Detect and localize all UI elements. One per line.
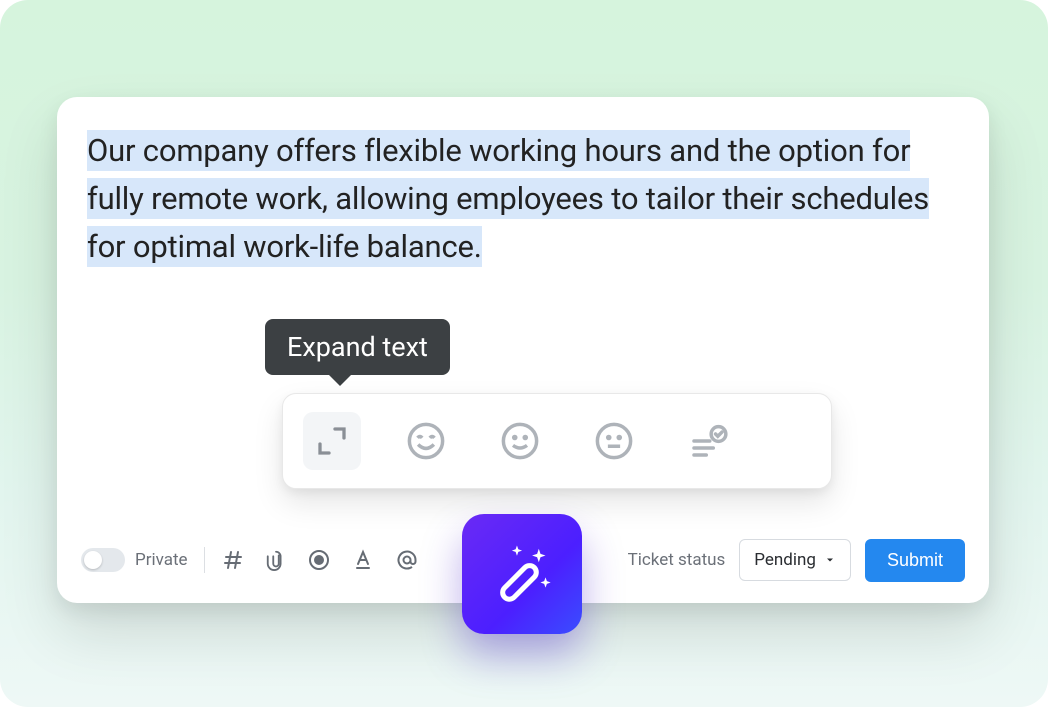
text-format-icon[interactable] [351,548,375,572]
mention-icon[interactable] [395,548,419,572]
tooltip-expand-text: Expand text [265,319,450,375]
selected-text[interactable]: Our company offers flexible working hour… [87,130,929,267]
submit-button[interactable]: Submit [865,539,965,582]
tone-formal-button[interactable] [679,412,737,470]
tooltip-label: Expand text [287,331,428,363]
separator [204,547,205,573]
magic-wand-icon [480,532,564,616]
editor-tools [221,548,419,572]
list-check-icon [687,420,729,462]
happy-face-icon [405,420,447,462]
hashtag-icon[interactable] [221,548,245,572]
composer-text[interactable]: Our company offers flexible working hour… [87,127,962,271]
expand-text-button[interactable] [303,412,361,470]
smile-face-icon [499,420,541,462]
record-icon[interactable] [307,548,331,572]
attachment-icon[interactable] [265,548,287,572]
ticket-status-select[interactable]: Pending [739,539,851,581]
ticket-status-value: Pending [754,550,816,570]
submit-label: Submit [887,550,943,570]
tone-happy-button[interactable] [397,412,455,470]
tone-smile-button[interactable] [491,412,549,470]
tone-action-bar [282,393,832,489]
app-canvas: Our company offers flexible working hour… [0,0,1048,707]
private-label: Private [135,550,188,570]
expand-icon [314,423,350,459]
ticket-status-label: Ticket status [628,550,726,570]
private-toggle[interactable] [81,548,125,572]
ai-magic-button[interactable] [462,514,582,634]
chevron-down-icon [824,554,836,566]
neutral-face-icon [593,420,635,462]
tone-neutral-button[interactable] [585,412,643,470]
